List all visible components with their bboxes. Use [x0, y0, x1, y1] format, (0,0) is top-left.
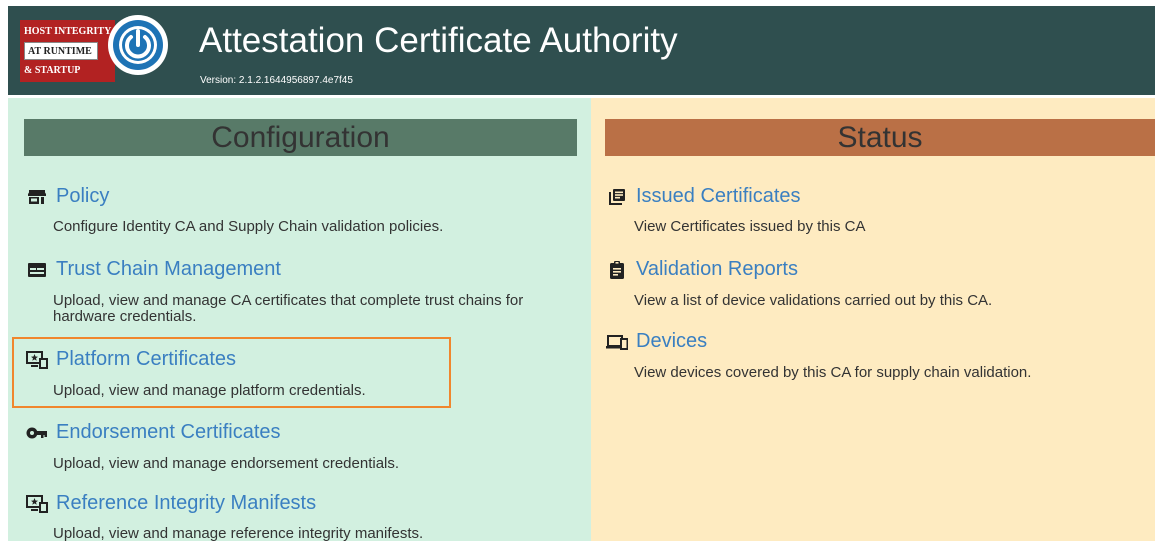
issued-certificates-link[interactable]: Issued Certificates: [606, 185, 801, 208]
policy-link[interactable]: Policy: [26, 185, 109, 208]
power-icon: [108, 15, 168, 75]
validation-reports-link[interactable]: Validation Reports: [606, 258, 798, 281]
logo-text-line1: HOST INTEGRITY: [24, 26, 112, 37]
endorsement-certificates-label: Endorsement Certificates: [56, 421, 281, 443]
validation-reports-label: Validation Reports: [636, 258, 798, 280]
devices-label: Devices: [636, 330, 708, 352]
assignment-icon: [606, 260, 628, 279]
trust-chain-description: Upload, view and manage CA certificates …: [53, 292, 524, 325]
chain-card-icon: [26, 261, 48, 279]
reference-integrity-manifests-link[interactable]: Reference Integrity Manifests: [26, 492, 316, 515]
logo-text-line2: AT RUNTIME: [24, 42, 98, 60]
devices-icon: [606, 333, 628, 351]
hirs-logo[interactable]: HOST INTEGRITY AT RUNTIME & STARTUP: [20, 15, 168, 87]
app-version: Version: 2.1.2.1644956897.4e7f45: [200, 75, 353, 86]
reference-integrity-manifests-description: Upload, view and manage reference integr…: [53, 525, 424, 542]
app-title: Attestation Certificate Authority: [199, 21, 678, 60]
logo-text-line3: & STARTUP: [24, 65, 81, 76]
endorsement-certificates-description: Upload, view and manage endorsement cred…: [53, 455, 400, 472]
platform-cert-icon: [26, 494, 48, 513]
issued-certificates-label: Issued Certificates: [636, 185, 801, 207]
validation-reports-description: View a list of device validations carrie…: [634, 292, 993, 309]
trust-chain-label: Trust Chain Management: [56, 258, 281, 280]
reference-integrity-manifests-label: Reference Integrity Manifests: [56, 492, 317, 514]
devices-description: View devices covered by this CA for supp…: [634, 364, 1032, 381]
endorsement-certificates-link[interactable]: Endorsement Certificates: [26, 421, 281, 444]
library-books-icon: [606, 188, 628, 206]
status-heading: Status: [605, 119, 1155, 156]
configuration-heading: Configuration: [24, 119, 577, 156]
platform-certificates-description: Upload, view and manage platform credent…: [53, 382, 366, 399]
key-icon: [26, 424, 48, 442]
platform-cert-icon: [26, 350, 48, 369]
store-icon: [26, 188, 48, 206]
policy-label: Policy: [56, 185, 110, 207]
devices-link[interactable]: Devices: [606, 330, 707, 353]
issued-certificates-description: View Certificates issued by this CA: [634, 218, 866, 235]
app-header: HOST INTEGRITY AT RUNTIME & STARTUP Atte…: [8, 6, 1155, 95]
platform-certificates-link[interactable]: Platform Certificates: [26, 348, 236, 371]
logo-badge: HOST INTEGRITY AT RUNTIME & STARTUP: [20, 20, 115, 82]
status-panel: [591, 98, 1155, 541]
policy-description: Configure Identity CA and Supply Chain v…: [53, 218, 444, 235]
trust-chain-link[interactable]: Trust Chain Management: [26, 258, 281, 281]
platform-certificates-label: Platform Certificates: [56, 348, 237, 370]
